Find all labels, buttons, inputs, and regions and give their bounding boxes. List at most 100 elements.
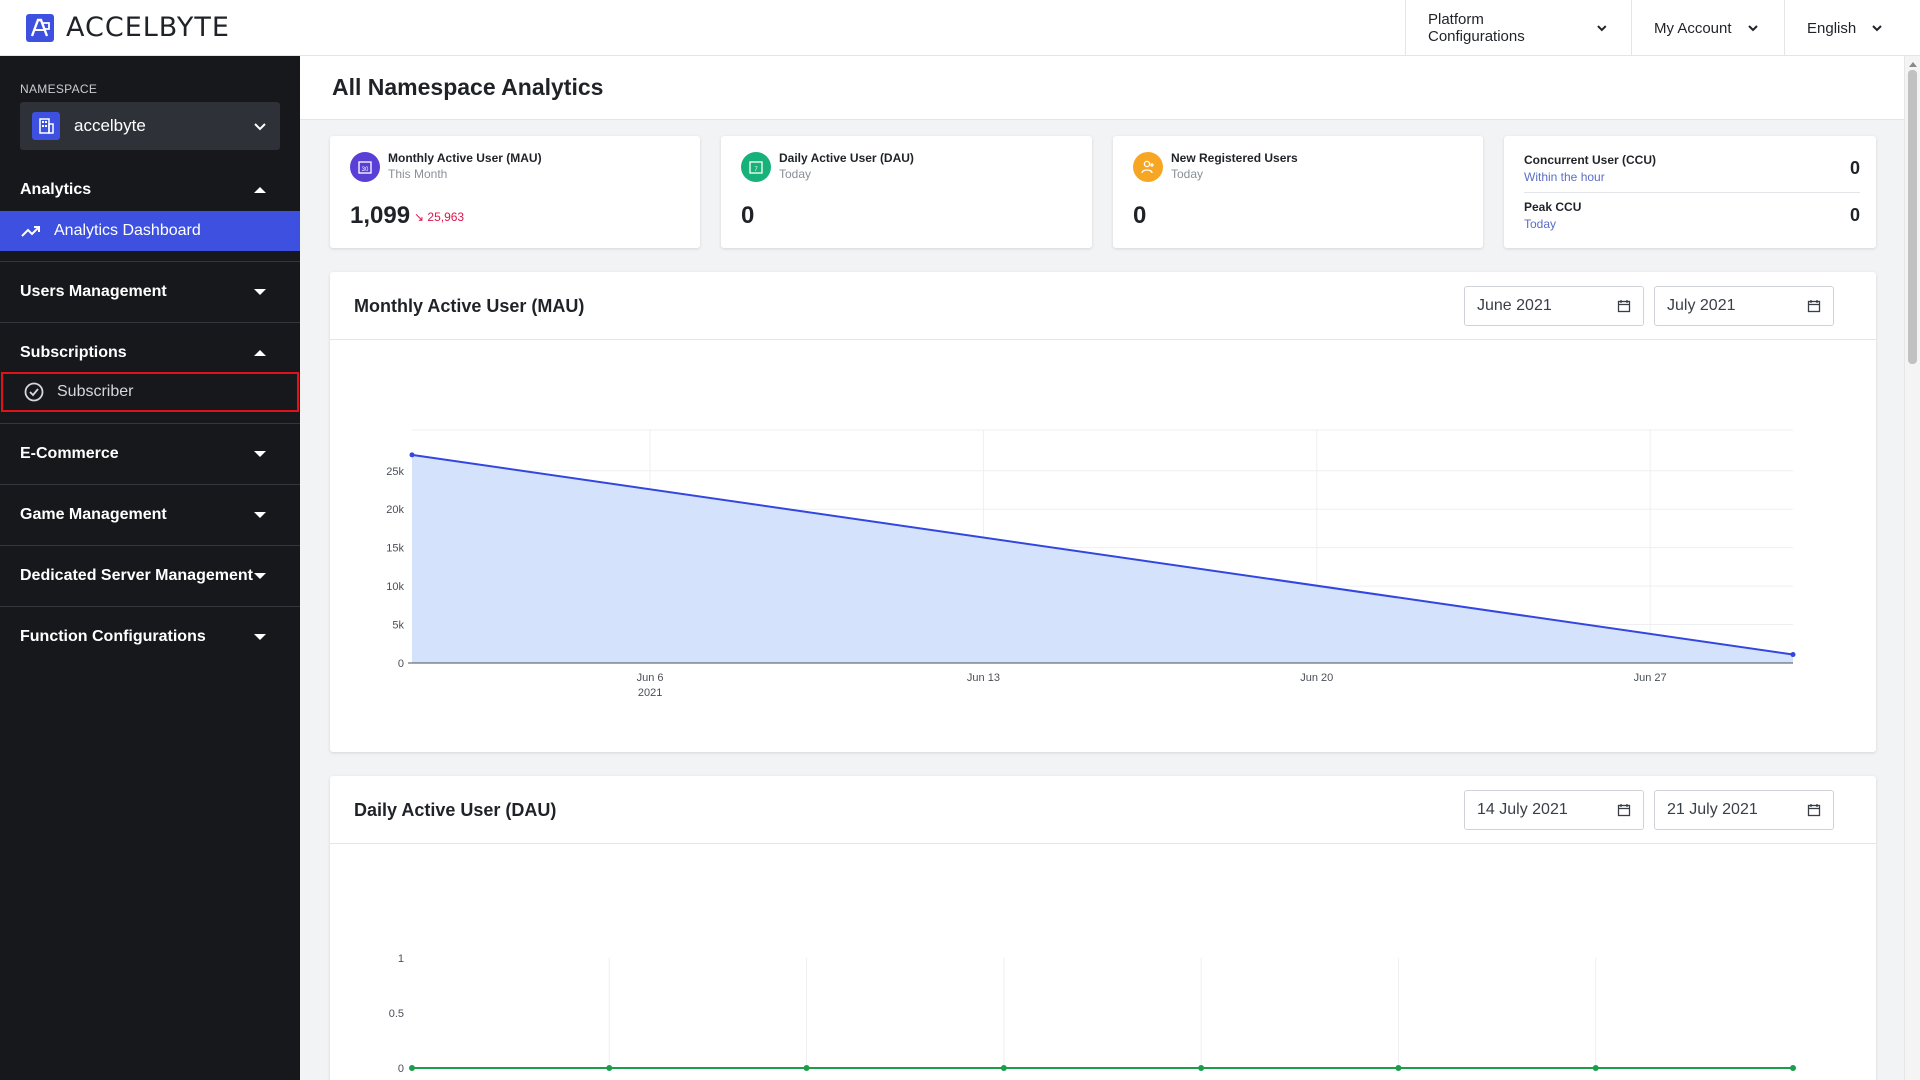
chevron-down-icon [1747, 25, 1758, 32]
dau-data-point [1395, 1065, 1402, 1071]
platform-configurations-menu[interactable]: Platform Configurations [1405, 0, 1631, 56]
trend-down-icon: ↘ [414, 210, 428, 224]
stat-subtitle: Today [779, 167, 812, 181]
dau-data-point [1790, 1065, 1796, 1071]
sidebar-section-ecommerce[interactable]: E-Commerce [0, 423, 300, 483]
namespace-label: NAMESPACE [20, 82, 98, 96]
mau-data-point [409, 452, 415, 458]
stat-subtitle: This Month [388, 167, 448, 181]
y-tick-label: 10k [386, 581, 404, 593]
sidebar: NAMESPACE accelbyte Analytics Analytics … [0, 56, 300, 1080]
dau-data-point [803, 1065, 810, 1071]
accelbyte-logo-icon [26, 13, 54, 42]
check-circle-icon [24, 382, 44, 402]
start-date-value: June 2021 [1477, 297, 1552, 314]
stat-value: 0 [1849, 205, 1860, 225]
sidebar-section-game-management[interactable]: Game Management [0, 484, 300, 544]
chevron-down-icon [254, 123, 266, 131]
y-tick-label: 20k [386, 504, 404, 516]
stat-subtitle: Today [1171, 167, 1204, 181]
end-date-value: 21 July 2021 [1667, 801, 1758, 818]
top-bar: ACCELBYTE Platform Configurations My Acc… [0, 0, 1920, 56]
caret-down-icon [254, 633, 266, 640]
dau-chart-card: Daily Active User (DAU) 14 July 2021 21 … [330, 776, 1876, 1080]
mau-stat-card: 30 Monthly Active User (MAU) This Month … [330, 136, 700, 248]
chart-title: Monthly Active User (MAU) [354, 296, 585, 316]
start-date-value: 14 July 2021 [1477, 801, 1568, 818]
sidebar-section-users-management[interactable]: Users Management [0, 261, 300, 321]
sidebar-section-label: Subscriptions [20, 343, 127, 361]
divider [1524, 192, 1860, 193]
chart-title: Daily Active User (DAU) [354, 800, 557, 820]
sidebar-item-label: Analytics Dashboard [54, 222, 201, 239]
y-tick-label: 15k [386, 543, 404, 555]
dau-data-point [1198, 1065, 1205, 1071]
language-menu[interactable]: English [1784, 0, 1920, 56]
caret-up-icon [254, 187, 266, 193]
chart-header: Daily Active User (DAU) 14 July 2021 21 … [330, 776, 1876, 844]
sidebar-section-function-configurations[interactable]: Function Configurations [0, 606, 300, 666]
y-tick-label: 0.5 [389, 1008, 404, 1020]
svg-text:7: 7 [754, 167, 758, 173]
dau-data-point [409, 1065, 415, 1071]
calendar-7-icon: 7 [741, 152, 771, 182]
stat-delta: ↘ 25,963 [414, 210, 464, 224]
ccu-row: Concurrent User (CCU) Within the hour 0 [1524, 153, 1860, 184]
stat-subtitle: Today [1524, 217, 1557, 231]
sidebar-section-label: Function Configurations [20, 627, 206, 645]
top-nav: Platform Configurations My Account Engli… [1405, 0, 1920, 56]
accelbyte-logo[interactable]: ACCELBYTE [26, 12, 230, 43]
sidebar-section-dedicated-server-management[interactable]: Dedicated Server Management [0, 545, 300, 605]
x-tick-label: Jun 13 [967, 672, 1000, 684]
language-label: English [1807, 19, 1857, 37]
logo-text: ACCELBYTE [66, 12, 230, 43]
scrollbar-thumb[interactable] [1908, 70, 1917, 364]
namespace-value: accelbyte [74, 116, 146, 135]
add-user-icon [1133, 152, 1163, 182]
building-icon [32, 112, 60, 140]
caret-down-icon [254, 288, 266, 295]
chevron-down-icon [1872, 25, 1882, 32]
sidebar-item-analytics-dashboard[interactable]: Analytics Dashboard [0, 211, 300, 251]
mau-data-point [1790, 652, 1796, 658]
caret-down-icon [254, 450, 266, 457]
caret-down-icon [254, 511, 266, 518]
platform-configurations-label: Platform Configurations [1428, 11, 1525, 45]
y-tick-label: 25k [386, 466, 404, 478]
svg-text:30: 30 [362, 167, 369, 173]
end-date-picker[interactable]: 21 July 2021 [1654, 790, 1834, 830]
stat-subtitle: Within the hour [1524, 170, 1605, 184]
stat-title: New Registered Users [1171, 151, 1298, 165]
peak-ccu-row: Peak CCU Today 0 [1524, 200, 1860, 231]
my-account-menu[interactable]: My Account [1631, 0, 1784, 56]
y-tick-label: 1 [398, 953, 404, 965]
stat-value: 1,099 [350, 202, 411, 229]
page-header: All Namespace Analytics [300, 56, 1904, 120]
mau-chart: 0 5k 10k 15k 20k 25k Jun 6 Jun 13 Jun 20 Jun 27 20… [386, 429, 1796, 699]
chart-header: Monthly Active User (MAU) June 2021 July… [330, 272, 1876, 340]
ccu-stat-card: Concurrent User (CCU) Within the hour 0 … [1504, 136, 1876, 248]
stat-value: 0 [741, 202, 755, 229]
start-date-picker[interactable]: June 2021 [1464, 286, 1644, 326]
sidebar-section-label: E-Commerce [20, 444, 119, 462]
calendar-icon [1807, 300, 1821, 313]
my-account-label: My Account [1654, 19, 1732, 37]
scroll-up-arrow-icon[interactable] [1909, 62, 1917, 67]
dau-data-point [1000, 1065, 1007, 1071]
x-tick-label: Jun 27 [1634, 672, 1667, 684]
stat-delta-value: 25,963 [427, 210, 465, 224]
trending-up-icon [21, 226, 40, 237]
sidebar-item-subscriber[interactable]: Subscriber [1, 372, 299, 412]
calendar-30-icon: 30 [350, 152, 380, 182]
caret-up-icon [254, 349, 266, 356]
page-scrollbar[interactable] [1904, 56, 1920, 1080]
dau-data-point [1592, 1065, 1599, 1071]
dau-stat-card: 7 Daily Active User (DAU) Today 0 [721, 136, 1092, 248]
namespace-select[interactable]: accelbyte [20, 102, 280, 150]
y-tick-label: 0 [398, 1063, 404, 1075]
stat-title: Daily Active User (DAU) [779, 151, 914, 165]
sidebar-section-label: Dedicated Server Management [20, 566, 253, 584]
calendar-icon [1617, 300, 1631, 313]
start-date-picker[interactable]: 14 July 2021 [1464, 790, 1644, 830]
end-date-picker[interactable]: July 2021 [1654, 286, 1834, 326]
